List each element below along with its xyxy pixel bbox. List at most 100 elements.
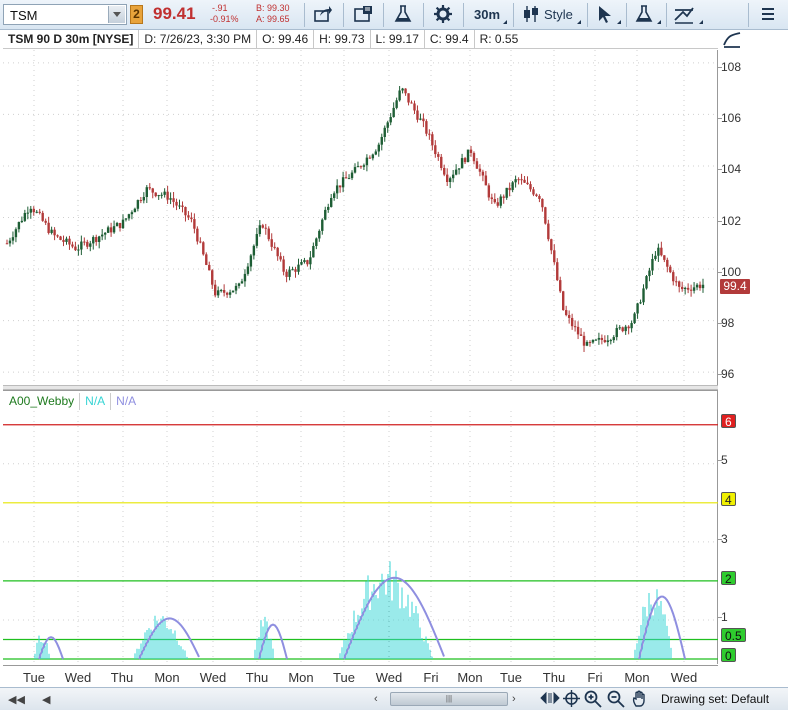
bull-candle (499, 196, 502, 206)
chart-menu-button[interactable] (760, 4, 776, 26)
bear-candle (38, 211, 41, 213)
bull-candle (300, 261, 303, 265)
symbol-selector[interactable]: TSM (3, 4, 127, 25)
indicator-axis[interactable]: 6 5 4 3 2 1 0.5 0 (718, 390, 788, 664)
bull-candle (615, 328, 618, 338)
time-tick: Thu (245, 670, 269, 685)
bear-candle (532, 189, 535, 195)
studies-button[interactable] (393, 4, 413, 26)
indicator-canvas[interactable] (3, 391, 718, 665)
scroll-right-button[interactable]: › (512, 693, 516, 705)
bull-candle (701, 284, 705, 289)
bull-candle (350, 172, 354, 179)
bull-candle (609, 340, 612, 342)
bull-candle (362, 165, 366, 167)
symbol-dropdown-button[interactable] (108, 6, 125, 23)
bear-candle (484, 175, 488, 186)
scroll-left-button[interactable]: ◀ (42, 693, 50, 706)
time-tick: Mon (457, 670, 483, 685)
bull-candle (389, 117, 392, 123)
bull-candle (606, 340, 610, 343)
bull-candle (26, 212, 30, 214)
indicator-value-1: N/A (82, 393, 112, 410)
bull-candle (234, 285, 238, 291)
bear-candle (407, 93, 410, 103)
bull-candle (103, 232, 107, 235)
scroll-thumb[interactable]: ||| (390, 692, 508, 706)
zoom-out-button[interactable] (607, 690, 625, 711)
indicator-tick: 5 (718, 453, 728, 467)
bear-candle (544, 207, 547, 224)
toolbar-separator (587, 3, 588, 27)
signal-line (638, 595, 686, 660)
time-tick: Wed (670, 670, 698, 685)
bear-candle (41, 212, 44, 221)
studies-menu-button[interactable] (634, 4, 654, 26)
bear-candle (689, 289, 693, 291)
bear-candle (202, 242, 205, 255)
drawings-button[interactable] (673, 4, 695, 26)
price-chart-canvas[interactable] (3, 50, 718, 385)
time-axis[interactable]: Tue Wed Thu Mon Wed Thu Mon Tue Wed Fri … (3, 665, 718, 687)
cursor-button[interactable] (596, 4, 614, 26)
chart-bottom-bar: ◀◀ ◀ ‹ ||| › Drawing set: Default (0, 687, 788, 710)
bear-candle (279, 256, 282, 260)
bear-candle (199, 241, 202, 243)
style-button[interactable] (521, 4, 541, 26)
zoom-in-button[interactable] (584, 690, 602, 711)
drawing-set-selector[interactable]: Drawing set: Default (661, 692, 769, 706)
link-group-badge[interactable]: 2 (130, 5, 143, 24)
price-chart-pane[interactable] (3, 50, 718, 385)
bull-candle (178, 205, 181, 207)
time-tick: Mon (624, 670, 650, 685)
bear-candle (529, 184, 532, 190)
toolbar-separator (463, 3, 464, 27)
scroll-left-small-button[interactable]: ‹ (374, 693, 378, 705)
expand-chart-button[interactable] (722, 31, 744, 49)
indicator-pane[interactable]: A00_Webby N/A N/A (3, 390, 718, 665)
bear-candle (496, 202, 499, 206)
bear-candle (579, 334, 583, 336)
bull-candle (14, 229, 18, 238)
bull-candle (695, 284, 699, 288)
aggregation-selector[interactable]: 30m (474, 7, 500, 29)
style-label[interactable]: Style (544, 7, 573, 29)
bear-candle (148, 187, 151, 189)
time-scrollbar[interactable]: ◀◀ ◀ ‹ ||| › (8, 691, 528, 707)
bull-candle (312, 246, 315, 258)
bull-candle (645, 276, 648, 289)
bull-candle (219, 290, 223, 292)
crosshair-button[interactable] (563, 690, 580, 710)
symbol-text[interactable]: TSM (10, 8, 37, 23)
price-tick: 104 (717, 162, 742, 176)
bull-candle (318, 230, 321, 239)
bear-candle (446, 174, 449, 183)
level-tag-4: 4 (721, 492, 736, 507)
aggregation-caret-icon (503, 20, 507, 24)
bull-candle (618, 327, 621, 329)
settings-button[interactable] (433, 4, 453, 26)
bull-candle (585, 341, 589, 346)
pan-button[interactable] (631, 690, 649, 711)
bull-candle (246, 266, 250, 274)
bull-candle (347, 178, 351, 180)
bear-candle (475, 161, 479, 169)
bear-candle (68, 238, 71, 245)
bull-candle (466, 149, 470, 163)
price-axis[interactable]: 108 106 104 102 100 98 96 99.4 (717, 50, 788, 385)
share-button[interactable] (313, 4, 333, 26)
flag-button[interactable] (353, 4, 375, 26)
bull-candle (288, 269, 291, 277)
bull-candle (460, 158, 464, 169)
level-tag-0: 0 (721, 648, 736, 663)
price-tick: 96 (717, 367, 735, 381)
price-tick: 108 (717, 60, 742, 74)
bull-candle (511, 182, 514, 190)
toolbar-separator (626, 3, 627, 27)
bear-candle (535, 194, 538, 196)
ask-price: A: 99.65 (256, 14, 290, 24)
scroll-first-button[interactable]: ◀◀ (8, 693, 25, 706)
time-tick: Fri (423, 670, 439, 685)
expand-time-button[interactable] (540, 690, 560, 709)
level-tag-0-5: 0.5 (721, 628, 746, 643)
